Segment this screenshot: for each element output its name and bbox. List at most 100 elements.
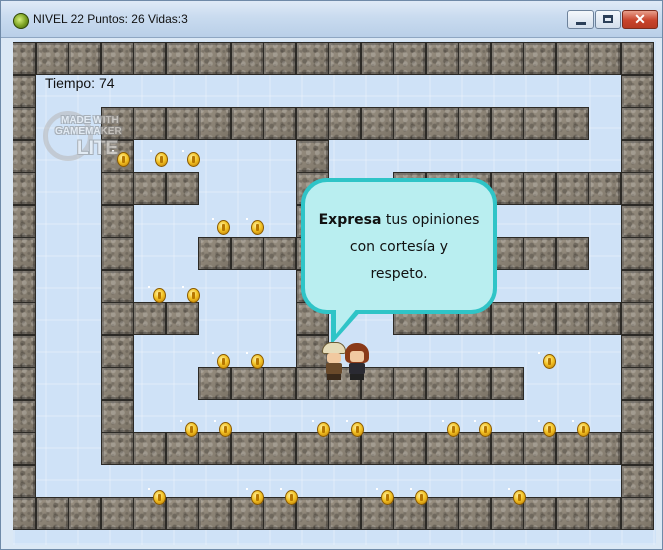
stone-wall-block: [328, 107, 361, 140]
stone-wall-block: [360, 432, 394, 465]
gold-coin-icon: [155, 152, 168, 167]
stone-wall-block: [458, 107, 491, 140]
stone-wall-block: [100, 367, 134, 400]
stone-wall-block: [555, 172, 589, 205]
stone-wall-block: [13, 302, 36, 335]
stone-wall-block: [198, 237, 231, 270]
girl-legs: [350, 374, 364, 380]
stone-wall-block: [13, 237, 36, 270]
stone-wall-block: [588, 432, 621, 465]
stone-wall-block: [35, 42, 69, 75]
coin-sparkle: [212, 218, 214, 220]
stone-wall-block: [198, 367, 231, 400]
maximize-button[interactable]: [595, 10, 621, 29]
stone-wall-block: [263, 367, 296, 400]
stone-wall-block: [230, 432, 264, 465]
stone-wall-block: [13, 74, 36, 108]
stone-wall-block: [198, 497, 231, 530]
stone-wall-block: [100, 172, 134, 205]
title-bar[interactable]: NIVEL 22 Puntos: 26 Vidas:3 ✕: [1, 1, 662, 38]
stone-wall-block: [555, 237, 589, 270]
stone-wall-block: [523, 107, 556, 140]
game-window: NIVEL 22 Puntos: 26 Vidas:3 ✕ MADE WITH …: [0, 0, 663, 550]
speech-line-3: respeto.: [370, 266, 428, 282]
stone-wall-block: [393, 107, 426, 140]
stone-wall-block: [458, 42, 491, 75]
game-stage[interactable]: MADE WITH GAMEMAKER LITE Tiempo: 74 Expr…: [13, 41, 656, 545]
coin-sparkle: [442, 420, 444, 422]
speech-bubble-tail-inner: [336, 307, 358, 334]
player-legs: [327, 374, 341, 380]
player-face: [327, 353, 341, 363]
stone-wall-block: [263, 432, 296, 465]
stone-wall-block: [620, 107, 654, 140]
stone-wall-block: [133, 42, 166, 75]
stone-wall-block: [425, 42, 459, 75]
stone-wall-block: [555, 497, 589, 530]
gamemaker-watermark: MADE WITH GAMEMAKER LITE: [43, 111, 141, 166]
stone-wall-block: [328, 42, 361, 75]
stone-wall-block: [165, 107, 199, 140]
coin-sparkle: [572, 420, 574, 422]
stone-wall-block: [523, 42, 556, 75]
stone-wall-block: [620, 432, 654, 465]
stone-wall-block: [198, 107, 231, 140]
stone-wall-block: [490, 302, 524, 335]
stone-wall-block: [100, 432, 134, 465]
stone-wall-block: [620, 139, 654, 173]
coin-sparkle: [246, 352, 248, 354]
speech-bubble-text: Expresa tus opiniones con cortesía y res…: [313, 207, 485, 288]
girl-character: [345, 343, 369, 380]
stone-wall-block: [620, 74, 654, 108]
stone-wall-block: [490, 42, 524, 75]
speech-line-2: con cortesía y: [349, 239, 449, 255]
stone-wall-block: [165, 172, 199, 205]
gold-coin-icon: [447, 422, 460, 437]
coin-sparkle: [150, 150, 152, 152]
gold-coin-icon: [217, 354, 230, 369]
stone-wall-block: [230, 367, 264, 400]
stone-wall-block: [555, 302, 589, 335]
stone-wall-block: [68, 42, 101, 75]
stone-wall-block: [13, 139, 36, 173]
gold-coin-icon: [381, 490, 394, 505]
stone-wall-block: [100, 302, 134, 335]
close-button[interactable]: ✕: [622, 10, 658, 29]
stone-wall-block: [328, 497, 361, 530]
stone-wall-block: [295, 107, 329, 140]
gold-coin-icon: [543, 422, 556, 437]
stone-wall-block: [263, 237, 296, 270]
gold-coin-icon: [187, 288, 200, 303]
stone-wall-block: [263, 42, 296, 75]
stone-wall-block: [295, 497, 329, 530]
stone-wall-block: [13, 367, 36, 400]
stone-wall-block: [295, 139, 329, 173]
stone-wall-block: [620, 464, 654, 498]
girl-face: [350, 351, 364, 362]
gold-coin-icon: [479, 422, 492, 437]
stone-wall-block: [13, 172, 36, 205]
stone-wall-block: [13, 464, 36, 498]
coin-sparkle: [280, 488, 282, 490]
stone-wall-block: [458, 497, 491, 530]
stone-wall-block: [620, 42, 654, 75]
coin-sparkle: [346, 420, 348, 422]
stone-wall-block: [523, 497, 556, 530]
gold-coin-icon: [219, 422, 232, 437]
coin-sparkle: [246, 218, 248, 220]
minimize-button[interactable]: [567, 10, 594, 29]
gamemaker-icon: [13, 13, 29, 29]
gold-coin-icon: [217, 220, 230, 235]
close-icon: ✕: [634, 11, 646, 27]
speech-bold-word: Expresa: [318, 212, 382, 228]
stone-wall-block: [133, 302, 166, 335]
stone-wall-block: [100, 269, 134, 303]
coin-sparkle: [212, 352, 214, 354]
stone-wall-block: [165, 42, 199, 75]
stone-wall-block: [13, 204, 36, 238]
stone-wall-block: [360, 107, 394, 140]
stone-wall-block: [100, 334, 134, 368]
gold-coin-icon: [251, 490, 264, 505]
timer-text: Tiempo: 74: [45, 75, 115, 91]
stone-wall-block: [295, 42, 329, 75]
